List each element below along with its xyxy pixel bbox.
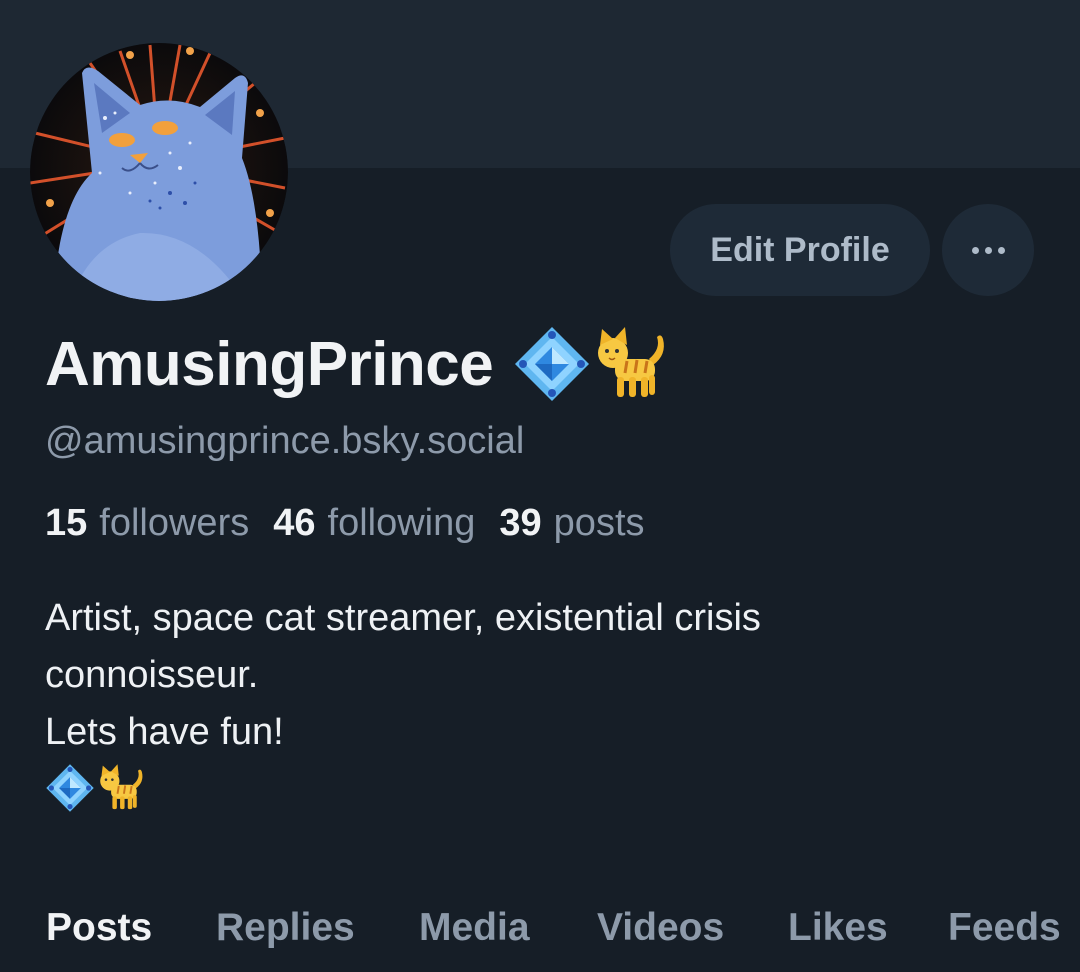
bio-line: Artist, space cat streamer, existential … (45, 597, 761, 639)
cat-icon (598, 327, 665, 397)
posts-count: 39 (499, 502, 542, 544)
gem-stone-icon (515, 327, 590, 401)
tab-posts[interactable]: Posts (46, 906, 152, 950)
profile-screen: Edit Profile AmusingPrince @amusingprinc… (0, 0, 1080, 972)
display-name-row: AmusingPrince (45, 322, 671, 406)
edit-profile-button[interactable]: Edit Profile (670, 204, 930, 296)
following-label: following (327, 502, 476, 544)
display-name: AmusingPrince (45, 329, 494, 399)
gem-stone-icon (46, 764, 94, 812)
tab-replies[interactable]: Replies (216, 906, 355, 950)
tab-feeds[interactable]: Feeds (948, 906, 1061, 950)
tab-likes[interactable]: Likes (788, 906, 888, 950)
profile-handle: @amusingprince.bsky.social (45, 420, 525, 462)
cat-icon (100, 764, 143, 810)
more-options-button[interactable] (942, 204, 1034, 296)
bio-emojis (45, 763, 147, 813)
bio-line: Lets have fun! (45, 711, 284, 753)
posts-stat: 39 posts (499, 502, 644, 545)
profile-stats: 15 followers 46 following 39 posts (45, 502, 669, 545)
followers-count: 15 (45, 502, 88, 544)
followers-label: followers (99, 502, 250, 544)
followers-stat[interactable]: 15 followers (45, 502, 249, 545)
profile-bio: Artist, space cat streamer, existential … (45, 590, 1005, 761)
following-count: 46 (273, 502, 316, 544)
edit-profile-label: Edit Profile (710, 230, 890, 269)
following-stat[interactable]: 46 following (273, 502, 475, 545)
profile-tabs: Posts Replies Media Videos Likes Feeds (0, 880, 1080, 972)
ellipsis-icon (971, 246, 1005, 254)
tab-media[interactable]: Media (419, 906, 530, 950)
bio-line: connoisseur. (45, 654, 259, 696)
tab-videos[interactable]: Videos (597, 906, 724, 950)
space-cat-avatar-image (30, 43, 288, 301)
posts-label: posts (553, 502, 645, 544)
avatar[interactable] (30, 43, 288, 301)
